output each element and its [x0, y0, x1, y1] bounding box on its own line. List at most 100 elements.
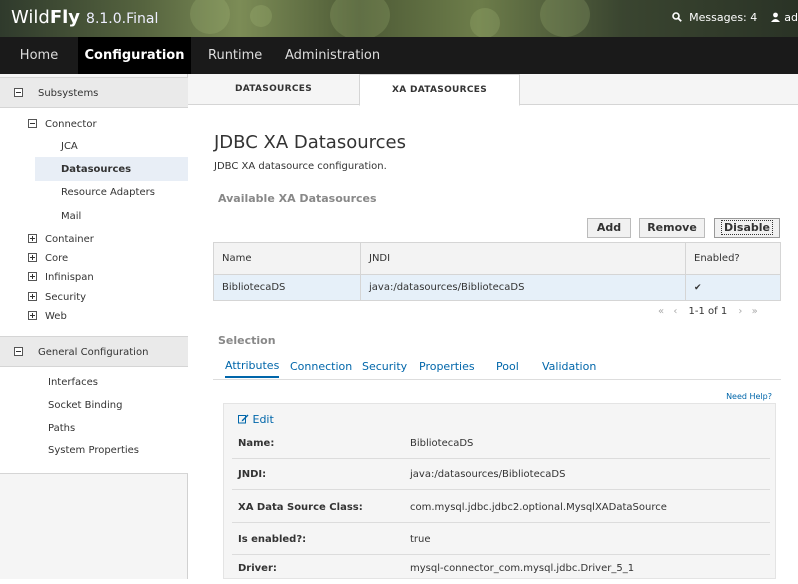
- attribute-value: com.mysql.jdbc.jdbc2.optional.MysqlXADat…: [410, 502, 667, 513]
- need-help-link[interactable]: Need Help?: [726, 392, 772, 401]
- check-icon: ✔: [685, 274, 781, 301]
- sidebar: Subsystems Connector JCA Datasources Res…: [0, 74, 188, 579]
- brand-logo[interactable]: WildFly 8.1.0.Final: [11, 7, 158, 28]
- top-header: WildFly 8.1.0.Final Messages: 4 ad: [0, 0, 798, 37]
- cell-name: BibliotecaDS: [213, 274, 361, 301]
- attribute-key: Name:: [238, 438, 275, 449]
- tree-item-datasources[interactable]: Datasources: [61, 164, 131, 175]
- attribute-value: true: [410, 534, 431, 545]
- column-header-name[interactable]: Name: [213, 242, 361, 275]
- page-range: 1-1 of 1: [688, 306, 728, 317]
- tree-item-connector[interactable]: Connector: [45, 119, 97, 130]
- subtab-security[interactable]: Security: [362, 360, 407, 373]
- column-header-enabled[interactable]: Enabled?: [685, 242, 781, 275]
- last-page-icon[interactable]: »: [752, 306, 758, 317]
- subsystems-label: Subsystems: [38, 88, 99, 99]
- cell-jndi: java:/datasources/BibliotecaDS: [360, 274, 686, 301]
- expand-icon[interactable]: [28, 292, 37, 301]
- prev-page-icon[interactable]: ‹: [673, 306, 677, 317]
- attributes-panel: Edit Name: BibliotecaDS JNDI: java:/data…: [223, 403, 776, 579]
- header-decoration: [470, 8, 500, 37]
- header-decoration: [190, 0, 230, 34]
- expand-icon[interactable]: [28, 311, 37, 320]
- collapse-icon[interactable]: [14, 347, 23, 356]
- attribute-row: JNDI: java:/datasources/BibliotecaDS: [232, 459, 770, 490]
- tree-item-jca[interactable]: JCA: [61, 141, 78, 152]
- collapse-icon[interactable]: [14, 88, 23, 97]
- messages-link[interactable]: Messages: 4: [689, 11, 757, 24]
- nav-home[interactable]: Home: [0, 37, 78, 74]
- subtab-validation[interactable]: Validation: [542, 360, 596, 373]
- brand-bold-text: Fly: [49, 7, 81, 28]
- tree-item-core[interactable]: Core: [45, 253, 68, 264]
- attribute-row: Name: BibliotecaDS: [232, 428, 770, 459]
- subsystems-header[interactable]: Subsystems: [0, 77, 188, 108]
- xa-datasources-table: Name JNDI Enabled? BibliotecaDS java:/da…: [213, 242, 781, 301]
- edit-label: Edit: [252, 413, 274, 426]
- attribute-value: BibliotecaDS: [410, 438, 474, 449]
- tree-item-web[interactable]: Web: [45, 311, 67, 322]
- remove-button[interactable]: Remove: [639, 218, 705, 238]
- subtab-properties[interactable]: Properties: [419, 360, 475, 373]
- tab-datasources[interactable]: DATASOURCES: [188, 74, 359, 105]
- disable-label: Disable: [721, 220, 773, 235]
- selection-label: Selection: [218, 334, 276, 347]
- tree-item-paths[interactable]: Paths: [48, 423, 75, 434]
- attribute-key: XA Data Source Class:: [238, 502, 363, 513]
- subtab-pool[interactable]: Pool: [496, 360, 519, 373]
- user-icon: [770, 11, 784, 24]
- column-header-jndi[interactable]: JNDI: [360, 242, 686, 275]
- tree-item-system-properties[interactable]: System Properties: [48, 445, 139, 456]
- next-page-icon[interactable]: ›: [738, 306, 742, 317]
- main-content: JDBC XA Datasources JDBC XA datasource c…: [188, 105, 798, 579]
- tree-item-infinispan[interactable]: Infinispan: [45, 272, 94, 283]
- subtab-connection[interactable]: Connection: [290, 360, 352, 373]
- first-page-icon[interactable]: «: [658, 306, 664, 317]
- general-config-header[interactable]: General Configuration: [0, 336, 188, 367]
- tree-item-container[interactable]: Container: [45, 234, 94, 245]
- table-header-row: Name JNDI Enabled?: [213, 242, 781, 275]
- table-row[interactable]: BibliotecaDS java:/datasources/Bibliotec…: [213, 274, 781, 301]
- add-button[interactable]: Add: [587, 218, 631, 238]
- attribute-row: XA Data Source Class: com.mysql.jdbc.jdb…: [232, 492, 770, 523]
- header-decoration: [540, 0, 590, 37]
- tree-item-mail[interactable]: Mail: [61, 211, 81, 222]
- tab-xa-datasources[interactable]: XA DATASOURCES: [359, 74, 520, 106]
- datasource-tabs: DATASOURCES XA DATASOURCES: [188, 74, 798, 106]
- header-decoration: [250, 5, 272, 27]
- attribute-value: java:/datasources/BibliotecaDS: [410, 469, 566, 480]
- edit-link[interactable]: Edit: [238, 413, 274, 426]
- expand-icon[interactable]: [28, 234, 37, 243]
- expand-icon[interactable]: [28, 272, 37, 281]
- attribute-value: mysql-connector_com.mysql.jdbc.Driver_5_…: [410, 563, 635, 574]
- subsystems-tree: Connector JCA Datasources Resource Adapt…: [0, 108, 188, 339]
- tree-item-interfaces[interactable]: Interfaces: [48, 377, 98, 388]
- header-decoration: [330, 0, 390, 37]
- user-menu[interactable]: ad: [784, 11, 798, 24]
- page-title: JDBC XA Datasources: [214, 132, 406, 153]
- subtab-attributes[interactable]: Attributes: [225, 359, 280, 378]
- brand-light-text: Wild: [11, 7, 50, 28]
- expand-icon[interactable]: [28, 253, 37, 262]
- attribute-row: Is enabled?: true: [232, 524, 770, 555]
- attribute-key: JNDI:: [238, 469, 267, 480]
- collapse-icon[interactable]: [28, 119, 37, 128]
- attribute-row: Driver: mysql-connector_com.mysql.jdbc.D…: [232, 553, 770, 584]
- nav-configuration[interactable]: Configuration: [78, 37, 191, 74]
- disable-button[interactable]: Disable: [714, 218, 780, 238]
- available-xa-label: Available XA Datasources: [218, 192, 377, 205]
- tree-item-socket-binding[interactable]: Socket Binding: [48, 400, 122, 411]
- selection-subtabs: Attributes Connection Security Propertie…: [213, 356, 781, 380]
- main-nav: Home Configuration Runtime Administratio…: [0, 37, 798, 74]
- version-label: 8.1.0.Final: [86, 11, 159, 27]
- tree-item-resource-adapters[interactable]: Resource Adapters: [61, 187, 155, 198]
- tree-item-security[interactable]: Security: [45, 292, 86, 303]
- search-icon[interactable]: [671, 11, 686, 24]
- attribute-key: Is enabled?:: [238, 534, 307, 545]
- header-right: Messages: 4 ad: [668, 11, 798, 24]
- attribute-key: Driver:: [238, 563, 277, 574]
- nav-runtime[interactable]: Runtime: [208, 37, 262, 74]
- pager: « ‹ 1-1 of 1 › »: [658, 306, 758, 317]
- nav-administration[interactable]: Administration: [285, 37, 380, 74]
- edit-icon: [238, 413, 253, 426]
